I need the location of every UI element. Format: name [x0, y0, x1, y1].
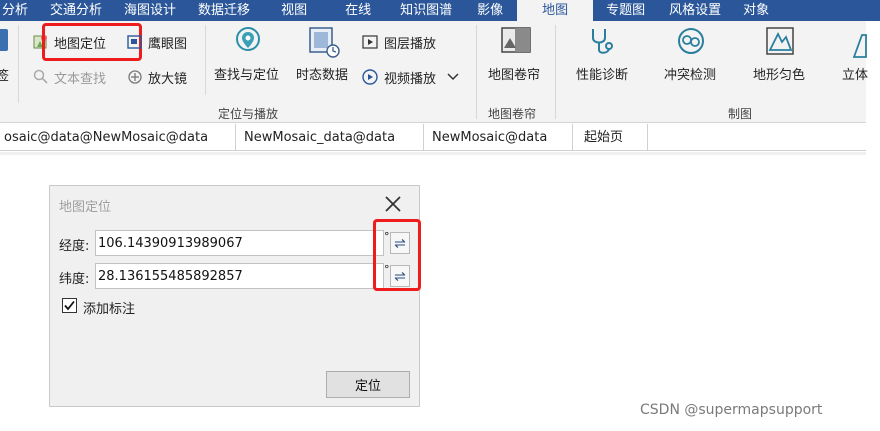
add-label-text[interactable]: 添加标注 [83, 298, 135, 317]
menu-thematic-map[interactable]: 专题图 [593, 0, 658, 21]
menu-analysis[interactable]: 分析 [0, 0, 39, 21]
map-scroll-button[interactable]: 地图卷帘 [488, 64, 540, 83]
video-play-button[interactable]: 视频播放 [384, 68, 436, 87]
group-label-mapping: 制图 [728, 107, 753, 121]
solid-button[interactable]: 立体 [842, 64, 868, 83]
eagle-eye-button[interactable]: 鹰眼图 [148, 33, 187, 52]
text-search-button[interactable]: 文本查找 [54, 68, 106, 87]
menu-chart-design[interactable]: 海图设计 [113, 0, 187, 21]
temporal-data-icon[interactable] [307, 25, 341, 59]
temporal-data-button[interactable]: 时态数据 [296, 64, 348, 83]
eagle-eye-icon[interactable] [127, 34, 143, 50]
terrain-color-button[interactable]: 地形匀色 [753, 64, 805, 83]
ribbon-separator [476, 25, 477, 119]
chevron-down-icon[interactable] [447, 72, 459, 82]
menu-bar: 分析 交通分析 海图设计 数据迁移 视图 在线 知识图谱 影像 地图 专题图 风… [0, 0, 880, 21]
doc-tab-osaic[interactable]: osaic@data@NewMosaic@data [0, 124, 236, 151]
close-icon[interactable] [382, 193, 404, 215]
solid-icon[interactable] [852, 31, 868, 59]
ribbon-separator [18, 25, 19, 103]
ribbon: 签 地图定位 鹰眼图 文本查找 放大镜 查找与定位 时态数据 图层播放 视频播放… [0, 21, 868, 123]
magnifier-icon[interactable] [127, 69, 143, 85]
dialog-title: 地图定位 [59, 200, 112, 215]
search-icon [33, 69, 48, 84]
stethoscope-icon[interactable] [587, 26, 615, 58]
checkmark-icon [64, 300, 75, 311]
menu-imagery[interactable]: 影像 [463, 0, 517, 21]
menu-online[interactable]: 在线 [327, 0, 389, 21]
find-locate-button[interactable]: 查找与定位 [214, 64, 279, 83]
bookmark-icon[interactable] [0, 29, 8, 51]
menu-map[interactable]: 地图 [517, 0, 594, 21]
menu-view[interactable]: 视图 [261, 0, 327, 21]
menu-data-migration[interactable]: 数据迁移 [187, 0, 261, 21]
conflict-detect-button[interactable]: 冲突检测 [664, 64, 716, 83]
longitude-input[interactable] [95, 230, 384, 256]
map-locate-dialog: 地图定位 经度: ° ⇌ 纬度: ° ⇌ 添加标注 定位 [49, 185, 421, 407]
menu-traffic-analysis[interactable]: 交通分析 [39, 0, 113, 21]
conflict-detect-icon[interactable] [676, 26, 706, 58]
ribbon-cut-label[interactable]: 签 [0, 65, 9, 84]
map-scroll-icon[interactable] [500, 26, 532, 56]
locate-button[interactable]: 定位 [326, 371, 410, 398]
latitude-label: 纬度: [59, 272, 90, 287]
document-tabs: osaic@data@NewMosaic@data NewMosaic_data… [0, 124, 866, 151]
magnifier-button[interactable]: 放大镜 [148, 68, 187, 87]
ribbon-separator [205, 25, 206, 95]
menu-style-settings[interactable]: 风格设置 [658, 0, 732, 21]
doc-tab-newmosaic-data[interactable]: NewMosaic@data [428, 124, 573, 151]
find-locate-icon[interactable] [233, 25, 263, 59]
highlight-swap-buttons [373, 219, 421, 291]
group-label-locate-play: 定位与播放 [218, 107, 279, 121]
group-label-map-scroll: 地图卷帘 [488, 107, 537, 121]
longitude-label: 经度: [59, 239, 90, 254]
perf-diag-button[interactable]: 性能诊断 [576, 64, 628, 83]
layer-play-button[interactable]: 图层播放 [384, 33, 436, 52]
watermark: CSDN @supermapsupport [640, 402, 823, 418]
video-play-icon[interactable] [362, 69, 378, 85]
menu-knowledge-graph[interactable]: 知识图谱 [389, 0, 463, 21]
tab-bar-shadow [0, 152, 866, 155]
layer-play-icon[interactable] [362, 34, 378, 50]
add-label-checkbox[interactable] [62, 298, 77, 313]
terrain-color-icon[interactable] [765, 26, 795, 58]
doc-tab-start-page[interactable]: 起始页 [580, 124, 648, 151]
menu-object[interactable]: 对象 [732, 0, 780, 21]
ribbon-separator [555, 25, 556, 119]
latitude-input[interactable] [95, 263, 384, 289]
doc-tab-newmosaic-data-data[interactable]: NewMosaic_data@data [240, 124, 424, 151]
